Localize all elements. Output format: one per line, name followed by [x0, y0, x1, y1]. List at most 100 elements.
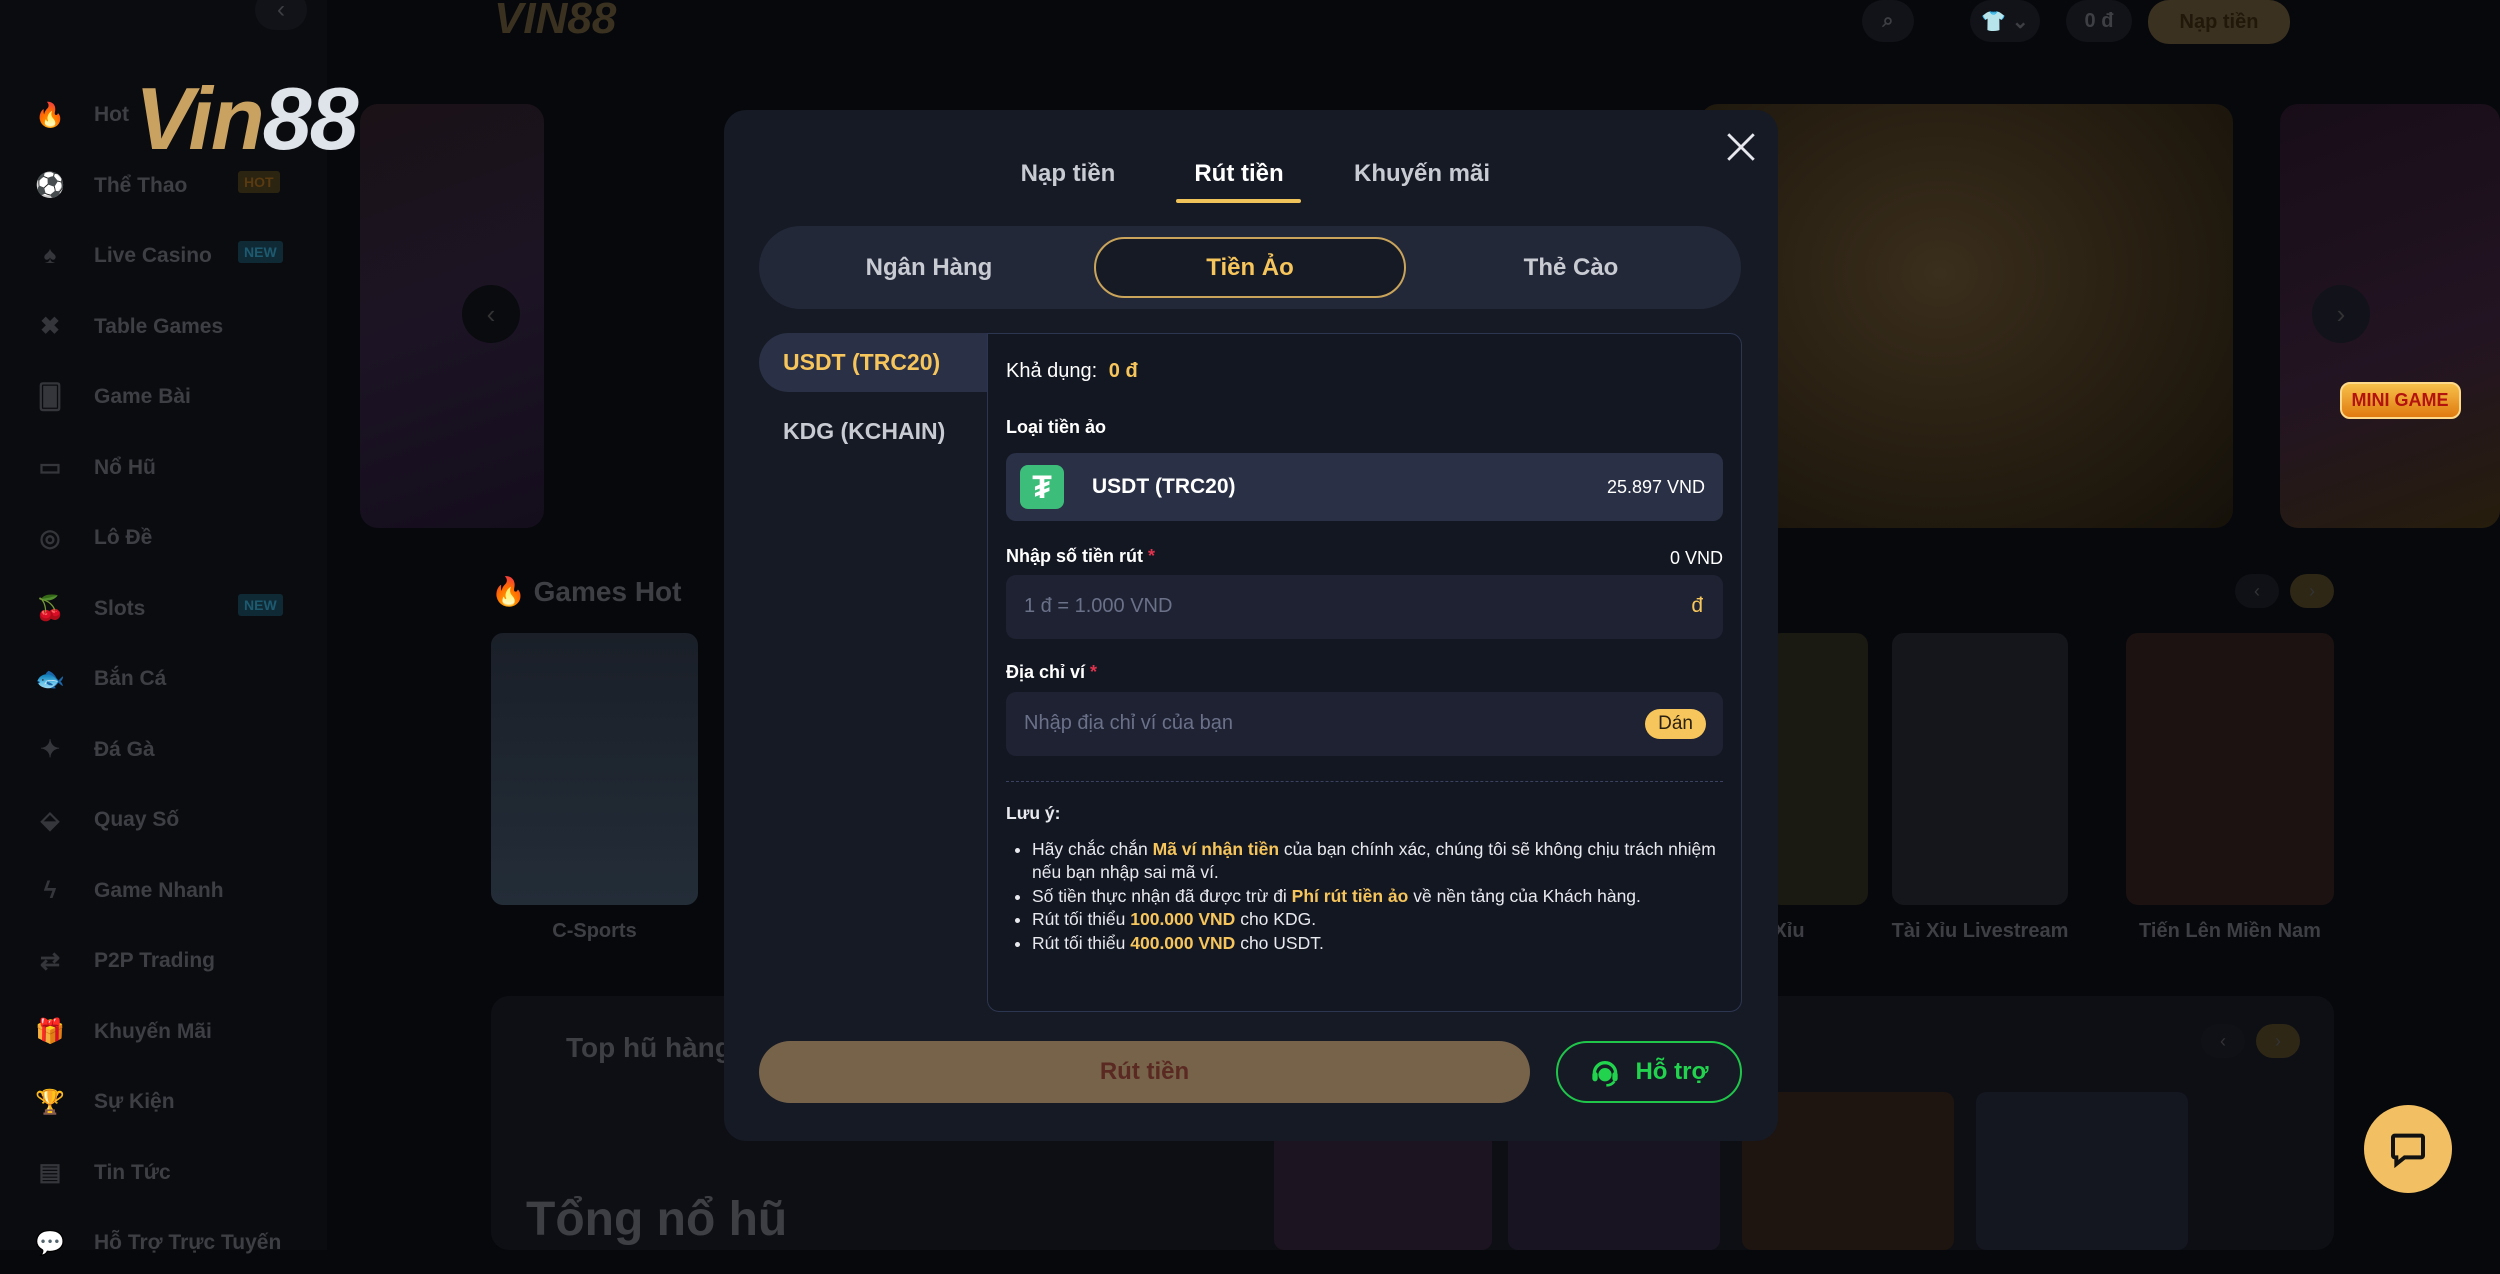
- account-menu-button[interactable]: 👕 ⌄: [1970, 0, 2040, 42]
- slot-777-icon: ▭: [38, 454, 62, 481]
- wallet-placeholder: Nhập địa chỉ ví của bạn: [1024, 712, 1234, 734]
- games-hot-title: 🔥 Games Hot: [491, 576, 682, 607]
- sidebar-item[interactable]: 🍒 Slots NEW: [30, 578, 290, 640]
- note-item: Số tiền thực nhận đã được trừ đi Phí rút…: [1032, 885, 1726, 909]
- sidebar-item-label: Hỗ Trợ Trực Tuyến: [94, 1231, 282, 1254]
- sidebar-item-label: Sự Kiện: [94, 1090, 175, 1113]
- games-hot-label: Games Hot: [533, 576, 682, 607]
- note-highlight: Mã ví nhận tiền: [1152, 838, 1280, 859]
- game-card-tai-xiu-livestream[interactable]: [1892, 633, 2068, 905]
- available-label: Khả dụng:: [1006, 360, 1098, 382]
- cards-icon: 🂠: [37, 383, 63, 411]
- amount-placeholder: 1 đ = 1.000 VND: [1024, 595, 1173, 617]
- tab-deposit[interactable]: Nạp tiền: [1021, 160, 1116, 188]
- sidebar-item[interactable]: ϟ Game Nhanh: [30, 860, 290, 922]
- banner-next-button[interactable]: ›: [2312, 285, 2370, 343]
- sidebar-item[interactable]: 🂠 Game Bài: [30, 366, 290, 428]
- subtab-card[interactable]: Thẻ Cào: [1421, 237, 1721, 298]
- note-highlight: 400.000 VND: [1130, 932, 1236, 953]
- notes-title: Lưu ý:: [1006, 803, 1061, 823]
- subtab-bank[interactable]: Ngân Hàng: [779, 237, 1079, 298]
- required-mark: *: [1090, 662, 1098, 682]
- games-next-button[interactable]: ›: [2290, 574, 2334, 608]
- ball-8-icon: ◎: [39, 524, 61, 552]
- support-button[interactable]: Hỗ trợ: [1556, 1041, 1742, 1103]
- topbar-deposit-button[interactable]: Nạp tiền: [2148, 0, 2290, 44]
- sidebar-item[interactable]: ✖ Table Games: [30, 296, 290, 358]
- note-item: Hãy chắc chắn Mã ví nhận tiền của bạn ch…: [1032, 838, 1726, 885]
- sidebar-item[interactable]: ♠ Live Casino NEW: [30, 225, 290, 287]
- tether-icon: ₮: [1020, 465, 1064, 509]
- sidebar-item[interactable]: ▤ Tin Tức: [30, 1142, 290, 1204]
- banner-prev-button[interactable]: ‹: [462, 285, 520, 343]
- available-value: 0 đ: [1108, 360, 1138, 382]
- fish-icon: 🐟: [35, 665, 65, 693]
- table-games-icon: ✖: [39, 313, 61, 340]
- tab-withdraw[interactable]: Rút tiền: [1194, 160, 1283, 188]
- cherry-icon: 🍒: [35, 595, 65, 622]
- sidebar-item[interactable]: ▭ Nổ Hũ: [30, 437, 290, 499]
- sidebar-item[interactable]: ⇄ P2P Trading: [30, 930, 290, 992]
- wallet-label: Địa chỉ ví *: [1006, 662, 1097, 683]
- sidebar-item[interactable]: ✦ Đá Gà: [30, 719, 290, 781]
- tophu-next-button[interactable]: ›: [2256, 1024, 2300, 1058]
- note-text: cho KDG.: [1235, 909, 1317, 929]
- game-card-c-sports[interactable]: [491, 633, 698, 905]
- sidebar-badge: NEW: [238, 241, 283, 263]
- game-card-tien-len[interactable]: [2126, 633, 2334, 905]
- withdraw-button[interactable]: Rút tiền: [759, 1041, 1530, 1103]
- divider: [1006, 781, 1723, 782]
- sidebar-item-label: Quay Số: [94, 808, 180, 831]
- sidebar-item-label: Lô Đề: [94, 526, 153, 549]
- game-label: Tiến Lên Miền Nam: [2139, 920, 2321, 942]
- search-button[interactable]: ⌕: [1862, 0, 1914, 42]
- selected-coin-name: USDT (TRC20): [1092, 475, 1236, 498]
- spade-icon: ♠: [43, 242, 57, 269]
- tab-promotions[interactable]: Khuyến mãi: [1354, 160, 1490, 188]
- coin-usdt-trc20[interactable]: USDT (TRC20): [759, 333, 987, 392]
- tophu-prev-button[interactable]: ‹: [2201, 1024, 2245, 1058]
- dice-icon: ⬙: [40, 806, 60, 834]
- support-label: Hỗ trợ: [1635, 1058, 1709, 1085]
- sidebar-item[interactable]: 🎁 Khuyến Mãi: [30, 1001, 290, 1063]
- game-label: C-Sports: [552, 920, 637, 942]
- game-card-xiu[interactable]: [1769, 633, 1868, 905]
- close-icon[interactable]: [1724, 130, 1758, 164]
- amount-label-text: Nhập số tiền rút: [1006, 546, 1144, 566]
- vin88-logo: Vin88: [135, 69, 359, 168]
- sidebar-item[interactable]: 🏆 Sự Kiện: [30, 1071, 290, 1133]
- collapse-sidebar-button[interactable]: ‹: [255, 0, 307, 30]
- mini-game-button[interactable]: MINI GAME: [2330, 360, 2470, 440]
- sidebar-item[interactable]: ⬙ Quay Số: [30, 789, 290, 851]
- sidebar-item-label: Hot: [94, 103, 129, 126]
- jackpot-game-thumb[interactable]: [1976, 1092, 2188, 1250]
- crypto-withdraw-form: Khả dụng: 0 đ Loại tiền ảo ₮ USDT (TRC20…: [987, 333, 1742, 1012]
- games-prev-button[interactable]: ‹: [2235, 574, 2279, 608]
- sidebar-item[interactable]: 💬 Hỗ Trợ Trực Tuyến: [30, 1212, 290, 1274]
- sidebar-item-label: Slots: [94, 596, 146, 620]
- amount-converted: 0 VND: [1669, 548, 1723, 568]
- amount-label: Nhập số tiền rút *: [1006, 546, 1155, 567]
- note-text: Hãy chắc chắn: [1032, 838, 1153, 859]
- sidebar-item-label: Nổ Hũ: [94, 455, 156, 479]
- coin-kdg-kchain[interactable]: KDG (KCHAIN): [759, 402, 987, 461]
- sidebar-item[interactable]: 🐟 Bắn Cá: [30, 648, 290, 710]
- amount-input[interactable]: 1 đ = 1.000 VND đ: [1006, 575, 1723, 639]
- banner-main[interactable]: [1700, 104, 2233, 528]
- subtab-crypto[interactable]: Tiền Ảo: [1094, 237, 1406, 298]
- rooster-icon: ✦: [39, 736, 61, 763]
- coin-type-select[interactable]: ₮ USDT (TRC20) 25.897 VND: [1006, 453, 1723, 521]
- required-mark: *: [1148, 546, 1156, 566]
- note-text: Số tiền thực nhận đã được trừ đi: [1032, 885, 1292, 906]
- topbar-logo[interactable]: VIN88: [494, 0, 616, 44]
- news-icon: ▤: [38, 1159, 62, 1186]
- note-text: cho USDT.: [1235, 932, 1324, 953]
- balance-display: 0 đ: [2066, 0, 2132, 42]
- live-chat-button[interactable]: [2364, 1105, 2452, 1193]
- active-tab-indicator: [1176, 199, 1301, 203]
- sidebar-item[interactable]: ◎ Lô Đề: [30, 507, 290, 569]
- trophy-icon: 🏆: [35, 1088, 65, 1116]
- paste-button[interactable]: Dán: [1645, 709, 1706, 739]
- soccer-ball-icon: ⚽: [35, 172, 65, 199]
- wallet-address-input[interactable]: Nhập địa chỉ ví của bạn Dán: [1006, 692, 1723, 756]
